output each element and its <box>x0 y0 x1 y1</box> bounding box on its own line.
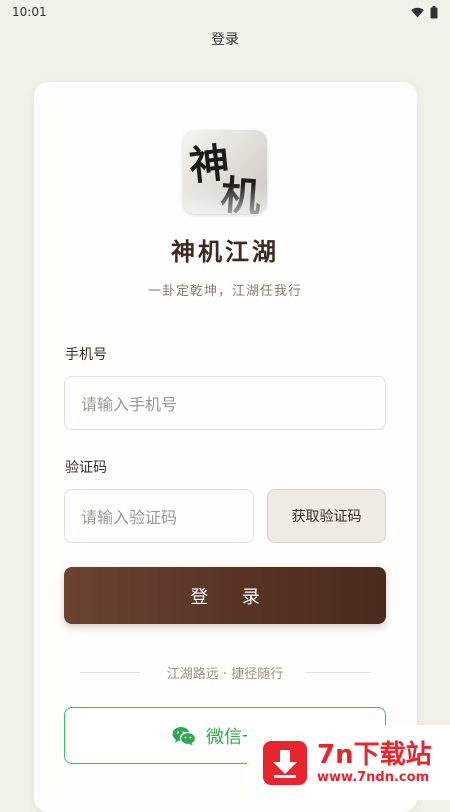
download-arrow-icon <box>273 749 297 778</box>
get-code-button[interactable]: 获取验证码 <box>267 489 386 543</box>
watermark-title: 7n下载站 <box>317 739 432 770</box>
login-button[interactable]: 登 录 <box>64 567 386 624</box>
logo-mist <box>183 184 267 214</box>
wifi-icon <box>411 7 424 17</box>
code-label: 验证码 <box>65 460 107 476</box>
app-name: 神机江湖 <box>171 237 279 266</box>
watermark-logo <box>263 740 307 785</box>
app-slogan: 一卦定乾坤，江湖任我行 <box>147 284 302 299</box>
watermark-url: www.7ndn.com <box>317 769 430 785</box>
app-logo: 神 机 <box>183 130 267 214</box>
divider-text: 江湖路远 · 捷径随行 <box>166 667 284 682</box>
watermark-text: 7n下载站 www.7ndn.com <box>317 740 432 786</box>
phone-label: 手机号 <box>65 347 107 363</box>
page-title: 登录 <box>211 32 239 48</box>
battery-icon <box>430 5 438 18</box>
status-icons <box>411 5 438 19</box>
phone-input[interactable]: 请输入手机号 <box>64 376 386 430</box>
watermark: 7n下载站 www.7ndn.com <box>247 725 450 800</box>
divider-line-right <box>306 672 370 673</box>
code-input[interactable]: 请输入验证码 <box>64 489 254 543</box>
status-time: 10:01 <box>12 5 47 19</box>
status-bar: 10:01 <box>0 0 450 24</box>
wechat-icon <box>172 726 196 745</box>
